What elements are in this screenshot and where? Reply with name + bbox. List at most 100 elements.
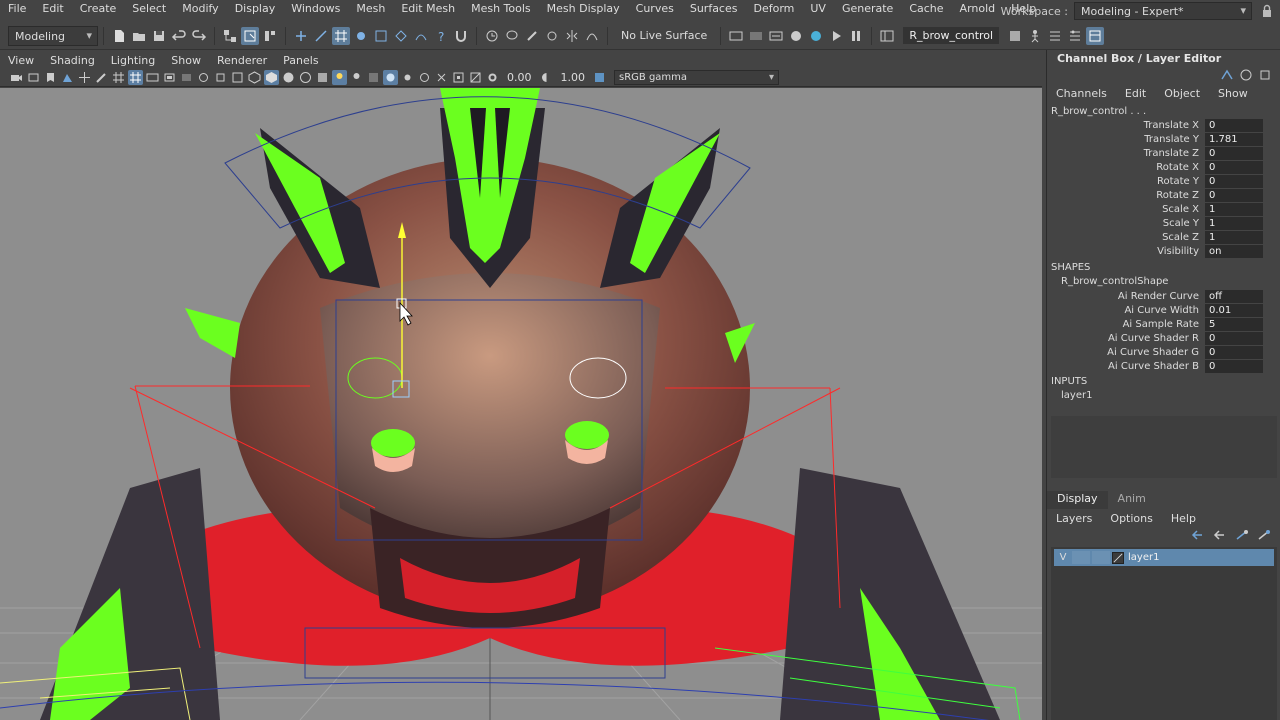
- help-menu[interactable]: Help: [1162, 512, 1205, 525]
- menu-deform[interactable]: Deform: [745, 0, 802, 18]
- move-layer-down-icon[interactable]: [1212, 528, 1228, 542]
- menu-mesh[interactable]: Mesh: [348, 0, 393, 18]
- attr-value[interactable]: 0: [1205, 118, 1263, 132]
- xray-joints-icon[interactable]: [434, 70, 449, 85]
- attribute-row[interactable]: Translate X 0: [1047, 118, 1280, 132]
- arnold-ipr-icon[interactable]: [827, 27, 845, 45]
- attribute-row[interactable]: Rotate Y 0: [1047, 174, 1280, 188]
- attr-value[interactable]: 1: [1205, 216, 1263, 230]
- attribute-row[interactable]: Translate Z 0: [1047, 146, 1280, 160]
- default-material-icon[interactable]: [281, 70, 296, 85]
- layer-visibility-toggle[interactable]: V: [1054, 552, 1072, 563]
- toggle-display-icon[interactable]: [1220, 68, 1234, 82]
- new-layer-selected-icon[interactable]: [1256, 528, 1272, 542]
- menu-set-dropdown[interactable]: Modeling: [8, 25, 98, 46]
- panel-menu-lighting[interactable]: Lighting: [103, 54, 163, 67]
- select-by-component-icon[interactable]: [261, 27, 279, 45]
- attr-value[interactable]: 0: [1205, 331, 1263, 345]
- attribute-row[interactable]: Visibility on: [1047, 244, 1280, 258]
- menu-cache[interactable]: Cache: [901, 0, 951, 18]
- toggle-attribute-icon[interactable]: [1258, 68, 1272, 82]
- attribute-row[interactable]: Scale Y 1: [1047, 216, 1280, 230]
- wireframe-on-shaded-icon[interactable]: [298, 70, 313, 85]
- attribute-editor-icon[interactable]: [1046, 27, 1064, 45]
- render-settings-icon[interactable]: [767, 27, 785, 45]
- frame-selection-icon[interactable]: [468, 70, 483, 85]
- screen-space-ao-icon[interactable]: [366, 70, 381, 85]
- attr-value[interactable]: 0: [1205, 160, 1263, 174]
- save-scene-icon[interactable]: [150, 27, 168, 45]
- selected-node-name[interactable]: R_brow_control . . .: [1051, 106, 1146, 117]
- menu-mesh-tools[interactable]: Mesh Tools: [463, 0, 539, 18]
- snap-curve-icon[interactable]: [312, 27, 330, 45]
- move-layer-up-icon[interactable]: [1190, 528, 1206, 542]
- attribute-row[interactable]: Ai Curve Shader G 0: [1047, 345, 1280, 359]
- tweak-select-icon[interactable]: [543, 27, 561, 45]
- menu-edit[interactable]: Edit: [34, 0, 71, 18]
- show-menu[interactable]: Show: [1209, 87, 1257, 100]
- wireframe-icon[interactable]: [247, 70, 262, 85]
- edit-menu[interactable]: Edit: [1116, 87, 1155, 100]
- motion-blur-icon[interactable]: [400, 70, 415, 85]
- help-icon[interactable]: ?: [432, 27, 450, 45]
- magnet-icon[interactable]: [452, 27, 470, 45]
- wireframe-grid-icon[interactable]: [128, 70, 143, 85]
- attribute-row[interactable]: Ai Curve Width 0.01: [1047, 303, 1280, 317]
- attribute-row[interactable]: Scale X 1: [1047, 202, 1280, 216]
- attr-value[interactable]: on: [1205, 244, 1263, 258]
- channel-box-icon[interactable]: [1086, 26, 1105, 45]
- channels-menu[interactable]: Channels: [1047, 87, 1116, 100]
- live-surface-label[interactable]: No Live Surface: [621, 29, 707, 42]
- gamma-field[interactable]: 1.00: [561, 71, 586, 84]
- menu-modify[interactable]: Modify: [174, 0, 226, 18]
- isolate-select-icon[interactable]: [417, 70, 432, 85]
- exposure-icon[interactable]: [485, 70, 500, 85]
- two-d-pan-icon[interactable]: [77, 70, 92, 85]
- attr-value[interactable]: 0.01: [1205, 303, 1263, 317]
- menu-windows[interactable]: Windows: [283, 0, 348, 18]
- soft-select-icon[interactable]: [583, 27, 601, 45]
- menu-curves[interactable]: Curves: [628, 0, 682, 18]
- attribute-row[interactable]: Ai Curve Shader B 0: [1047, 359, 1280, 373]
- object-name-field[interactable]: R_brow_control: [903, 27, 1000, 44]
- view-transform-dropdown[interactable]: sRGB gamma: [614, 70, 779, 85]
- attr-value[interactable]: 0: [1205, 188, 1263, 202]
- viewport-3d[interactable]: [0, 88, 1042, 720]
- open-scene-icon[interactable]: [130, 27, 148, 45]
- menu-display[interactable]: Display: [227, 0, 284, 18]
- layer-playback-toggle[interactable]: [1072, 551, 1090, 564]
- ipr-render-icon[interactable]: [747, 27, 765, 45]
- attribute-row[interactable]: Scale Z 1: [1047, 230, 1280, 244]
- grid-icon[interactable]: [111, 70, 126, 85]
- attribute-row[interactable]: Rotate Z 0: [1047, 188, 1280, 202]
- exposure-field[interactable]: 0.00: [507, 71, 532, 84]
- undo-icon[interactable]: [170, 27, 188, 45]
- select-by-hierarchy-icon[interactable]: [221, 27, 239, 45]
- film-gate-icon[interactable]: [145, 70, 160, 85]
- menu-arnold[interactable]: Arnold: [952, 0, 1004, 18]
- shape-node-name[interactable]: R_brow_controlShape: [1061, 276, 1168, 287]
- attribute-row[interactable]: Rotate X 0: [1047, 160, 1280, 174]
- layer-name[interactable]: layer1: [1128, 552, 1159, 563]
- render-frame-icon[interactable]: [727, 27, 745, 45]
- paint-select-icon[interactable]: [523, 27, 541, 45]
- camera-attributes-icon[interactable]: [26, 70, 41, 85]
- tool-settings-icon[interactable]: [1066, 27, 1084, 45]
- object-menu[interactable]: Object: [1155, 87, 1209, 100]
- options-menu[interactable]: Options: [1101, 512, 1161, 525]
- textured-icon[interactable]: [315, 70, 330, 85]
- lock-selection-icon[interactable]: [292, 27, 310, 45]
- attr-value[interactable]: 1: [1205, 202, 1263, 216]
- attr-value[interactable]: 5: [1205, 317, 1263, 331]
- attribute-row[interactable]: Ai Render Curve off: [1047, 289, 1280, 303]
- construction-history-icon[interactable]: [483, 27, 501, 45]
- attribute-row[interactable]: Ai Curve Shader R 0: [1047, 331, 1280, 345]
- input-node-name[interactable]: layer1: [1061, 390, 1092, 401]
- panel-menu-view[interactable]: View: [0, 54, 42, 67]
- workspace-dropdown[interactable]: Modeling - Expert*: [1074, 2, 1252, 20]
- gamma-icon[interactable]: [539, 70, 554, 85]
- attr-value[interactable]: 0: [1205, 345, 1263, 359]
- symmetry-icon[interactable]: [563, 27, 581, 45]
- camera-icon[interactable]: [9, 70, 24, 85]
- layers-menu[interactable]: Layers: [1047, 512, 1101, 525]
